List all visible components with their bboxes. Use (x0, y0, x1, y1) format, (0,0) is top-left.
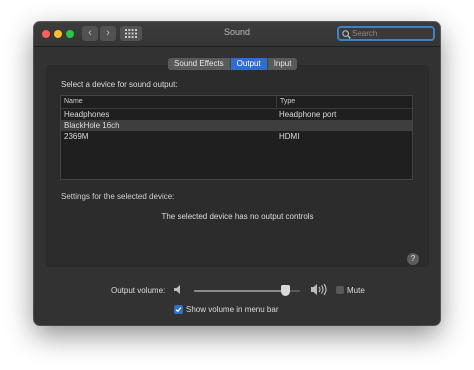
speaker-high-icon (311, 283, 327, 296)
show-volume-checkbox[interactable] (174, 305, 183, 314)
device-type: Headphone port (279, 110, 337, 119)
table-row[interactable]: Headphones Headphone port (61, 109, 412, 120)
output-panel: Select a device for sound output: Name T… (46, 65, 429, 267)
no-output-controls-text: The selected device has no output contro… (161, 212, 314, 221)
output-volume-label: Output volume: (111, 286, 166, 295)
title-bar: ‹ › Sound Search (34, 22, 440, 47)
search-placeholder: Search (352, 29, 378, 38)
checkmark-icon (175, 307, 182, 313)
output-volume-slider[interactable] (194, 285, 300, 296)
help-button[interactable]: ? (407, 253, 419, 265)
slider-thumb[interactable] (281, 285, 291, 296)
device-type: HDMI (279, 132, 300, 141)
device-name: Headphones (64, 110, 110, 119)
device-name: BlackHole 16ch (64, 121, 120, 130)
tab-bar: Sound Effects Output Input (168, 58, 298, 70)
table-row[interactable]: 2369M HDMI (61, 131, 412, 142)
mute-checkbox[interactable] (336, 286, 344, 294)
mute-label: Mute (347, 286, 365, 295)
column-header-type[interactable]: Type (276, 96, 295, 108)
show-volume-label: Show volume in menu bar (186, 305, 279, 314)
select-device-label: Select a device for sound output: (61, 80, 178, 89)
slider-fill (194, 290, 286, 292)
search-field[interactable]: Search (337, 26, 435, 41)
table-row[interactable]: BlackHole 16ch (61, 120, 412, 131)
speaker-low-icon (174, 285, 180, 294)
device-name: 2369M (64, 132, 89, 141)
column-header-name[interactable]: Name (64, 98, 83, 105)
sound-preferences-window: ‹ › Sound Search Select a device for sou… (34, 22, 440, 325)
output-device-table: Name Type Headphones Headphone port Blac… (60, 95, 413, 180)
tab-input[interactable]: Input (267, 58, 298, 70)
search-icon (342, 30, 351, 39)
tab-sound-effects[interactable]: Sound Effects (168, 58, 231, 70)
table-header: Name Type (61, 96, 412, 109)
settings-label: Settings for the selected device: (61, 192, 175, 201)
tab-output[interactable]: Output (230, 58, 268, 70)
